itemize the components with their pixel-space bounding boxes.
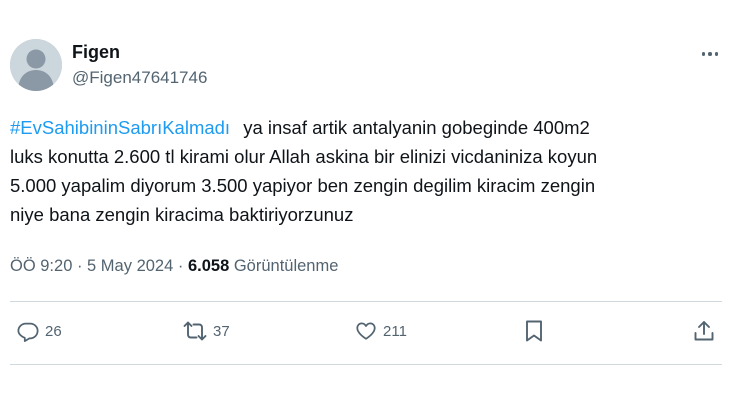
reply-count: 26 <box>45 322 62 340</box>
share-upload-icon <box>694 321 714 341</box>
divider <box>10 364 722 365</box>
avatar[interactable] <box>10 39 62 91</box>
tweet-text-line-4: niye bana zengin kiracima baktiriyorzunu… <box>10 204 354 225</box>
tweet-text-line-2: luks konutta 2.600 tl kirami olur Allah … <box>10 146 598 167</box>
meta-separator: · <box>173 257 188 275</box>
more-dot <box>708 52 712 56</box>
more-options-button[interactable] <box>697 44 723 64</box>
like-button[interactable]: 211 <box>355 318 407 344</box>
views-label: Görüntülenme <box>229 257 339 275</box>
tweet-date[interactable]: 5 May 2024 <box>87 257 173 275</box>
meta-separator: · <box>72 257 88 275</box>
tweet-text-line-1-rest: ya insaf artik antalyanin gobeginde 400m… <box>243 117 590 138</box>
tweet-card: Figen @Figen47641746 #EvSahibininSabrıKa… <box>0 0 730 420</box>
views-count: 6.058 <box>187 257 230 275</box>
author-display-name[interactable]: Figen <box>72 42 120 63</box>
tweet-time[interactable]: ÖÖ 9:20 <box>10 257 72 275</box>
retweet-arrows-icon <box>183 321 207 341</box>
tweet-text-line-3: 5.000 yapalim diyorum 3.500 yapiyor ben … <box>10 175 596 196</box>
share-button[interactable] <box>693 318 715 344</box>
retweet-count: 37 <box>213 322 230 340</box>
divider <box>10 301 722 302</box>
heart-icon <box>356 322 376 340</box>
more-dots-icon <box>701 52 706 56</box>
hashtag-link[interactable]: #EvSahibininSabrıKalmadı <box>10 117 230 138</box>
more-dot <box>714 52 719 56</box>
tweet-text: #EvSahibininSabrıKalmadı ya insaf artik … <box>10 113 725 229</box>
like-count: 211 <box>383 322 407 340</box>
tweet-text-line-1: #EvSahibininSabrıKalmadı ya insaf artik … <box>10 113 725 142</box>
author-handle[interactable]: @Figen47641746 <box>72 68 207 88</box>
default-avatar-icon <box>10 39 62 91</box>
bookmark-button[interactable] <box>524 318 544 344</box>
tweet-meta: ÖÖ 9:20 · 5 May 2024 · 6.058 Görüntülenm… <box>10 257 338 276</box>
bookmark-icon <box>526 320 542 342</box>
retweet-button[interactable]: 37 <box>183 318 230 344</box>
reply-button[interactable]: 26 <box>17 318 62 344</box>
reply-bubble-icon <box>17 322 39 342</box>
